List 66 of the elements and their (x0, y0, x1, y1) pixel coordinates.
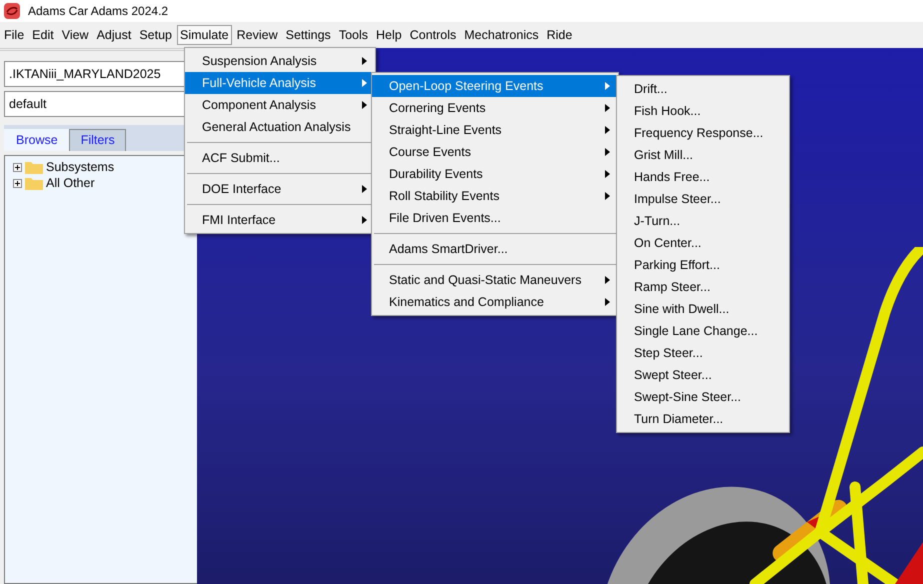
submenu-arrow-icon (605, 148, 610, 156)
menu-title[interactable]: Controls (406, 25, 460, 45)
menu-title[interactable]: Help (373, 25, 405, 45)
menu-item[interactable]: J-Turn... (617, 210, 789, 232)
menu-item[interactable]: Hands Free... (617, 166, 789, 188)
menu-item[interactable]: Open-Loop Steering Events (372, 75, 618, 97)
submenu-arrow-icon (362, 185, 367, 193)
tree-item[interactable]: All Other (46, 176, 95, 190)
menu-item[interactable]: General Actuation Analysis (185, 116, 375, 138)
menu-item[interactable]: Impulse Steer... (617, 188, 789, 210)
submenu-arrow-icon (605, 82, 610, 90)
menu-item[interactable]: Static and Quasi-Static Maneuvers (372, 269, 618, 291)
app-logo-icon (4, 3, 20, 19)
submenu-arrow-icon (362, 101, 367, 109)
menu-item[interactable]: Grist Mill... (617, 144, 789, 166)
menu-title[interactable]: View (58, 25, 92, 45)
menu-item[interactable]: FMI Interface (185, 209, 375, 231)
menu-item[interactable]: Single Lane Change... (617, 320, 789, 342)
folder-icon (25, 160, 43, 174)
menu-title[interactable]: Review (234, 25, 281, 45)
submenu-arrow-icon (605, 170, 610, 178)
menu-item[interactable]: Ramp Steer... (617, 276, 789, 298)
menu-title[interactable]: Tools (336, 25, 371, 45)
submenu-arrow-icon (605, 298, 610, 306)
menu-item[interactable]: Kinematics and Compliance (372, 291, 618, 313)
menu-title[interactable]: Simulate (177, 25, 232, 45)
menu-item[interactable]: Turn Diameter... (617, 408, 789, 430)
tree-item[interactable]: Subsystems (46, 160, 114, 174)
expand-icon[interactable] (13, 178, 22, 188)
submenu-arrow-icon (605, 104, 610, 112)
submenu-arrow-icon (605, 276, 610, 284)
menu-title[interactable]: File (1, 25, 28, 45)
tab[interactable]: Filters (68, 129, 126, 151)
menu-item[interactable]: Parking Effort... (617, 254, 789, 276)
menu-title[interactable]: Settings (282, 25, 334, 45)
menu-item[interactable]: File Driven Events... (372, 207, 618, 229)
menu-item[interactable]: Course Events (372, 141, 618, 163)
submenu-arrow-icon (605, 126, 610, 134)
menu-title[interactable]: Mechatronics (461, 25, 542, 45)
folder-icon (25, 176, 43, 190)
menu-item[interactable]: Adams SmartDriver... (372, 238, 618, 260)
menu-item[interactable]: Fish Hook... (617, 100, 789, 122)
submenu-arrow-icon (362, 57, 367, 65)
submenu-arrow-icon (362, 216, 367, 224)
menu-item[interactable]: Roll Stability Events (372, 185, 618, 207)
menu-item[interactable]: DOE Interface (185, 178, 375, 200)
menu-item[interactable]: Durability Events (372, 163, 618, 185)
window-title: Adams Car Adams 2024.2 (28, 4, 168, 18)
menu-title[interactable]: Ride (544, 25, 576, 45)
menu-title[interactable]: Setup (136, 25, 175, 45)
menu-item[interactable]: Drift... (617, 78, 789, 100)
menu-item[interactable]: Sine with Dwell... (617, 298, 789, 320)
menu-item[interactable]: On Center... (617, 232, 789, 254)
menu-title[interactable]: Adjust (94, 25, 134, 45)
menu-title[interactable]: Edit (29, 25, 57, 45)
menu-item[interactable]: Swept Steer... (617, 364, 789, 386)
menu-item[interactable]: Step Steer... (617, 342, 789, 364)
menu-item[interactable]: Frequency Response... (617, 122, 789, 144)
menu-item[interactable]: Straight-Line Events (372, 119, 618, 141)
expand-icon[interactable] (13, 162, 22, 172)
menu-item[interactable]: Cornering Events (372, 97, 618, 119)
tab[interactable]: Browse (4, 129, 69, 151)
menu-item[interactable]: ACF Submit... (185, 147, 375, 169)
submenu-arrow-icon (605, 192, 610, 200)
menu-item[interactable]: Swept-Sine Steer... (617, 386, 789, 408)
submenu-arrow-icon (362, 79, 367, 87)
